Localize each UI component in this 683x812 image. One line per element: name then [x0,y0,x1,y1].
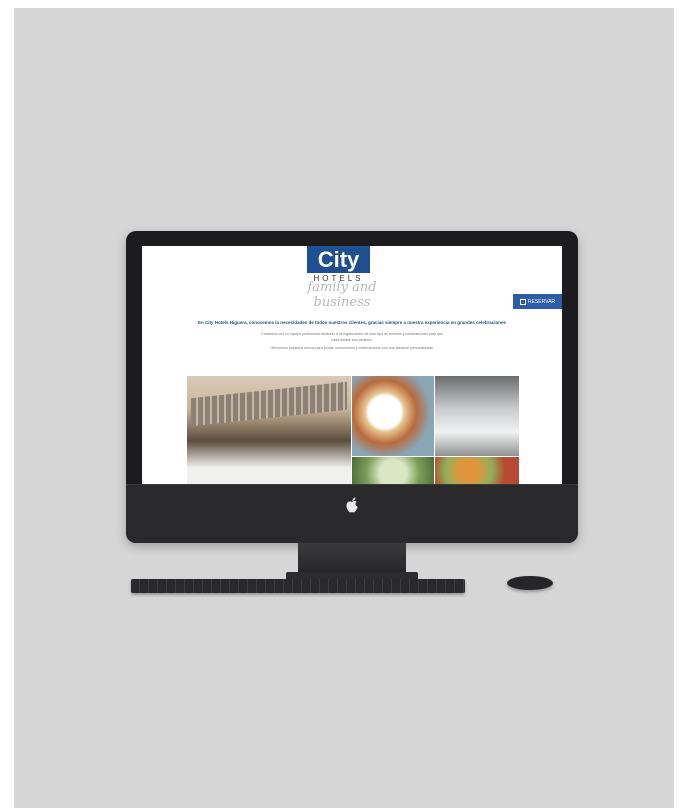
food-photo[interactable] [352,376,434,456]
apple-logo-icon [346,497,358,513]
logo-tagline: family and business [307,280,377,310]
intro-line: Contamos con un equipo profesional dedic… [261,332,443,336]
intro-title: En City Hotels Higuera, conocemos la nec… [197,320,507,325]
keyboard [131,579,465,593]
mouse [507,576,553,590]
imac-monitor: City HOTELS family and business RESERVAR… [126,231,578,543]
salad-photo[interactable] [352,457,434,484]
dish-photo[interactable] [435,457,519,484]
intro-line: cada detalle sea perfecto. [331,338,373,342]
monitor-stand [298,543,406,575]
banquet-hall-photo[interactable] [435,376,519,456]
photo-gallery [187,376,519,484]
awning-shape [191,381,347,427]
reserve-button-label: RESERVAR [527,298,556,305]
logo-main-text: City [317,247,360,272]
intro-line: Ofrecemos espacios únicos para bodas, co… [270,346,434,350]
reserve-button[interactable]: RESERVAR [513,294,562,309]
website-screen: City HOTELS family and business RESERVAR… [142,246,562,484]
site-logo[interactable]: City [307,246,370,273]
terrace-photo[interactable] [187,376,351,484]
monitor-chin [126,484,578,543]
calendar-icon [519,298,526,305]
